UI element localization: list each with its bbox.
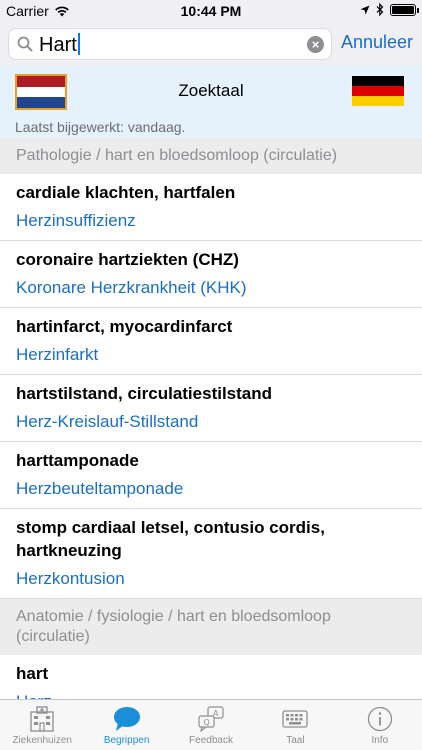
term-dutch: hartstilstand, circulatiestilstand	[16, 384, 273, 403]
speech-bubble-icon	[112, 705, 142, 733]
list-item[interactable]: hartinfarct, myocardinfarct Herzinfarkt	[0, 308, 422, 375]
term-german: Herzinsuffizienz	[16, 211, 136, 230]
tab-label: Info	[371, 735, 389, 746]
tab-label: Begrippen	[103, 735, 150, 746]
section-header: Pathologie / hart en bloedsomloop (circu…	[0, 138, 422, 174]
list-item[interactable]: coronaire hartziekten (CHZ) Koronare Her…	[0, 241, 422, 308]
tab-taal[interactable]: Taal	[253, 700, 337, 750]
tab-bar: Ziekenhuizen Begrippen A Q Feedback Taal…	[0, 699, 422, 750]
tab-info[interactable]: Info	[338, 700, 422, 750]
hospital-icon	[27, 705, 57, 733]
search-text: Hart	[39, 34, 77, 56]
cancel-button[interactable]: Annuleer	[341, 32, 413, 53]
search-icon	[17, 36, 33, 52]
status-time: 10:44 PM	[180, 3, 242, 19]
battery-icon	[390, 3, 419, 16]
status-right	[360, 3, 419, 16]
list-item[interactable]: hart Herz	[0, 655, 422, 699]
search-value: Hart	[39, 33, 80, 57]
term-german: Herz	[16, 690, 406, 699]
location-arrow-icon	[360, 5, 370, 14]
search-input[interactable]: Hart ×	[8, 28, 332, 60]
term-dutch: coronaire hartziekten (CHZ)	[16, 250, 239, 269]
text-cursor	[77, 33, 80, 55]
bluetooth-icon	[376, 3, 384, 16]
tab-feedback[interactable]: A Q Feedback	[169, 700, 253, 750]
list-item[interactable]: stomp cardiaal letsel, contusio cordis, …	[0, 509, 422, 599]
list-item[interactable]: harttamponade Herzbeuteltamponade	[0, 442, 422, 509]
term-dutch: stomp cardiaal letsel, contusio cordis, …	[16, 518, 325, 560]
search-bar: Hart × Annuleer	[0, 22, 422, 66]
list-item[interactable]: hartstilstand, circulatiestilstand Herz-…	[0, 375, 422, 442]
term-german: Herz-Kreislauf-Stillstand	[16, 412, 199, 431]
term-dutch: hartinfarct, myocardinfarct	[16, 317, 233, 336]
last-updated-label: Laatst bijgewerkt: vandaag.	[15, 119, 186, 135]
clear-search-icon[interactable]: ×	[307, 36, 324, 53]
status-bar: Carrier 10:44 PM	[0, 0, 422, 22]
list-item[interactable]: cardiale klachten, hartfalen Herzinsuffi…	[0, 174, 422, 241]
info-icon	[365, 705, 395, 733]
tab-ziekenhuizen[interactable]: Ziekenhuizen	[0, 700, 84, 750]
tab-label: Ziekenhuizen	[12, 735, 72, 746]
tab-begrippen[interactable]: Begrippen	[84, 700, 168, 750]
term-dutch: hart	[16, 664, 49, 683]
tab-label: Taal	[286, 735, 305, 746]
germany-flag-icon[interactable]	[352, 76, 404, 106]
term-german: Herzbeuteltamponade	[16, 479, 184, 498]
term-german: Herzinfarkt	[16, 345, 99, 364]
term-german: Koronare Herzkrankheit (KHK)	[16, 278, 247, 297]
feedback-icon: A Q	[196, 705, 226, 733]
term-dutch: cardiale klachten, hartfalen	[16, 183, 236, 202]
keyboard-icon	[280, 705, 310, 733]
term-dutch: harttamponade	[16, 451, 139, 470]
language-selector: Zoektaal Laatst bijgewerkt: vandaag.	[0, 66, 422, 138]
results-list[interactable]: Pathologie / hart en bloedsomloop (circu…	[0, 138, 422, 699]
term-german: Herzkontusion	[16, 569, 125, 588]
section-header: Anatomie / fysiologie / hart en bloedsom…	[0, 599, 422, 655]
tab-label: Feedback	[189, 735, 233, 746]
svg-text:Q: Q	[204, 718, 210, 727]
